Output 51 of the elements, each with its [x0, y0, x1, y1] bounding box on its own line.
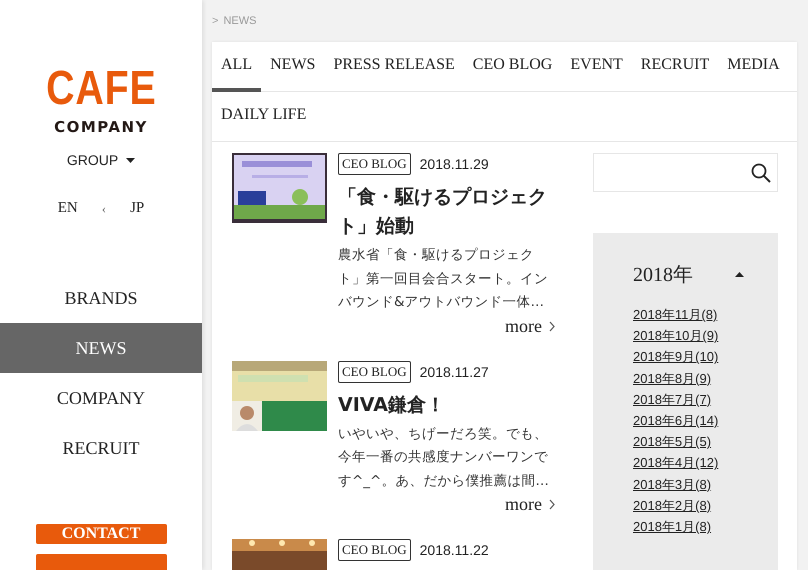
caret-icon [126, 158, 136, 162]
archive-link[interactable]: 2018年4月(12) [633, 452, 778, 474]
post-excerpt: いやいや、ちげーだろ笑。でも、今年一番の共感度ナンバーワンです^_^。あ、だから僕推薦は間… [338, 424, 550, 490]
chevron-right-icon [549, 499, 555, 510]
logo-text: COMPANY [54, 118, 148, 136]
filter-tab[interactable]: NEWS [261, 42, 324, 92]
archive-link[interactable]: 2018年3月(8) [633, 474, 778, 495]
nav-item[interactable]: COMPANY [0, 373, 202, 423]
post-title[interactable]: VIVA鎌倉！ [338, 390, 555, 420]
separator-icon: ‹ [102, 200, 106, 216]
archive-link[interactable]: 2018年2月(8) [633, 494, 778, 516]
archive-link[interactable]: 2018年10月(9) [633, 325, 778, 346]
category-tag: CEO BLOG [338, 153, 411, 175]
filter-tab[interactable]: ALL [212, 42, 262, 92]
sidebar-button[interactable] [36, 554, 166, 570]
archive-link[interactable]: 2018年9月(10) [633, 346, 778, 368]
search-field[interactable] [593, 153, 778, 192]
filter-tab[interactable]: PRESS RELEASE [324, 42, 464, 92]
filter-tab[interactable]: RECRUIT [632, 42, 718, 92]
post-date: 2018.11.22 [420, 542, 489, 558]
archive-link[interactable]: 2018年7月(7) [633, 388, 778, 410]
archive-link[interactable]: 2018年5月(5) [633, 431, 778, 452]
more-link[interactable]: more [505, 494, 542, 515]
post-date: 2018.11.29 [420, 156, 489, 172]
breadcrumb-item: NEWS [223, 15, 256, 27]
language-link[interactable]: EN [58, 200, 78, 217]
archive-link[interactable]: 2018年11月(8) [633, 304, 778, 326]
nav-item[interactable]: RECRUIT [0, 423, 202, 473]
archive-year[interactable]: 2018年 [633, 261, 693, 288]
more-link[interactable]: more [505, 316, 542, 336]
filter-tab[interactable]: MEDIA [718, 42, 789, 92]
search-icon [751, 162, 771, 182]
breadcrumb-separator: > [212, 15, 218, 27]
archive-link[interactable]: 2018年1月(8) [633, 516, 778, 538]
logo-text: CAFE [46, 68, 156, 110]
archive-link[interactable]: 2018年8月(9) [633, 368, 778, 389]
filter-tab[interactable]: EVENT [561, 42, 632, 92]
post-title[interactable]: 「食・駆けるプロジェクト」始動 [338, 183, 555, 241]
nav-item[interactable]: BRANDS [0, 273, 202, 323]
chevron-right-icon [549, 320, 555, 332]
filter-tab[interactable]: DAILY LIFE [212, 92, 316, 142]
archive-link[interactable]: 2018年6月(14) [633, 410, 778, 432]
language-link[interactable]: JP [130, 200, 144, 217]
group-dropdown[interactable]: GROUP [66, 152, 136, 168]
post-date: 2018.11.27 [420, 364, 489, 380]
category-tag: CEO BLOG [338, 360, 411, 382]
post-excerpt: 農水省「食・駆けるプロジェクト」第一回目会合スタート。インバウンド&アウトバウンド一体… [338, 246, 549, 312]
category-tag: CEO BLOG [338, 539, 411, 561]
nav-item[interactable]: NEWS [0, 323, 202, 373]
contact-button[interactable]: CONTACT [36, 524, 166, 544]
filter-tab[interactable]: CEO BLOG [464, 42, 562, 92]
